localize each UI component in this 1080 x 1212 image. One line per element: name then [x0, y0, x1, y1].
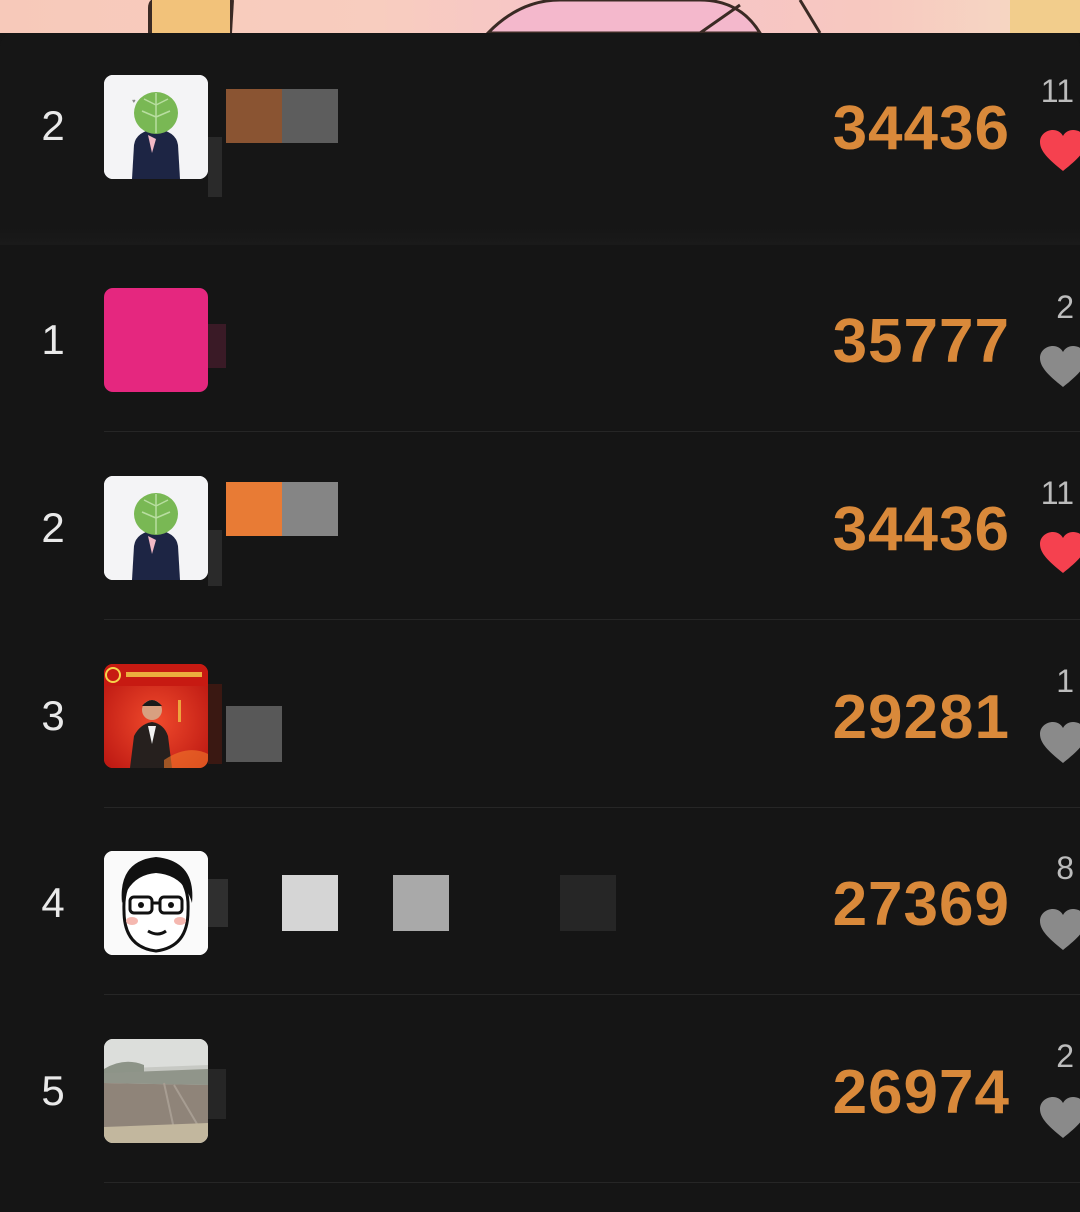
heart-icon[interactable] [1038, 531, 1080, 575]
rank-number: 5 [41, 1067, 65, 1114]
avatar[interactable] [104, 851, 208, 955]
heart-icon[interactable] [1038, 908, 1080, 952]
divider [104, 431, 1080, 432]
avatar[interactable] [104, 476, 208, 580]
list-item[interactable]: 3 29281 1 [0, 621, 1080, 808]
heart-icon[interactable] [1038, 345, 1080, 389]
score-value: 35777 [832, 307, 1010, 376]
banner-illustration [0, 0, 1080, 33]
like-count: 11 [1040, 73, 1074, 109]
score-value: 27369 [832, 870, 1010, 939]
avatar[interactable] [104, 288, 208, 392]
heart-icon[interactable] [1038, 1096, 1080, 1140]
username-redacted [208, 664, 298, 768]
avatar[interactable]: ♥ [104, 75, 208, 179]
avatar[interactable] [104, 664, 208, 768]
list-item[interactable]: 5 26974 2 [0, 996, 1080, 1183]
list-item[interactable]: 4 27369 8 [0, 808, 1080, 995]
username-redacted [208, 75, 348, 197]
rank-number: 1 [41, 316, 65, 363]
score-value: 34436 [832, 495, 1010, 564]
divider [104, 619, 1080, 620]
like-count: 8 [1056, 850, 1074, 886]
like-count: 2 [1056, 1038, 1074, 1074]
heart-icon[interactable] [1038, 721, 1080, 765]
username-redacted [208, 1039, 248, 1143]
svg-text:♥: ♥ [132, 99, 136, 105]
username-redacted [208, 288, 248, 392]
rank-number: 2 [41, 102, 65, 149]
rank-number: 4 [41, 879, 65, 926]
leaderboard-page: 2 ♥ 34436 11 1 35777 2 2 34436 11 3 2928… [0, 0, 1080, 1212]
divider [104, 994, 1080, 995]
like-count: 11 [1040, 475, 1074, 511]
rank-number: 3 [41, 692, 65, 739]
rank-number: 2 [41, 504, 65, 551]
heart-icon[interactable] [1038, 129, 1080, 173]
my-rank-row[interactable]: 2 ♥ 34436 11 [0, 33, 1080, 245]
list-item[interactable]: 1 35777 2 [0, 245, 1080, 432]
score-value: 29281 [832, 683, 1010, 752]
list-item[interactable]: 2 34436 11 [0, 433, 1080, 620]
username-redacted [208, 476, 348, 586]
username-redacted [208, 851, 628, 955]
like-count: 2 [1056, 289, 1074, 325]
score-value: 26974 [832, 1058, 1010, 1127]
like-count: 1 [1056, 663, 1074, 699]
avatar[interactable] [104, 1039, 208, 1143]
divider [104, 1182, 1080, 1183]
score-value: 34436 [832, 94, 1010, 163]
